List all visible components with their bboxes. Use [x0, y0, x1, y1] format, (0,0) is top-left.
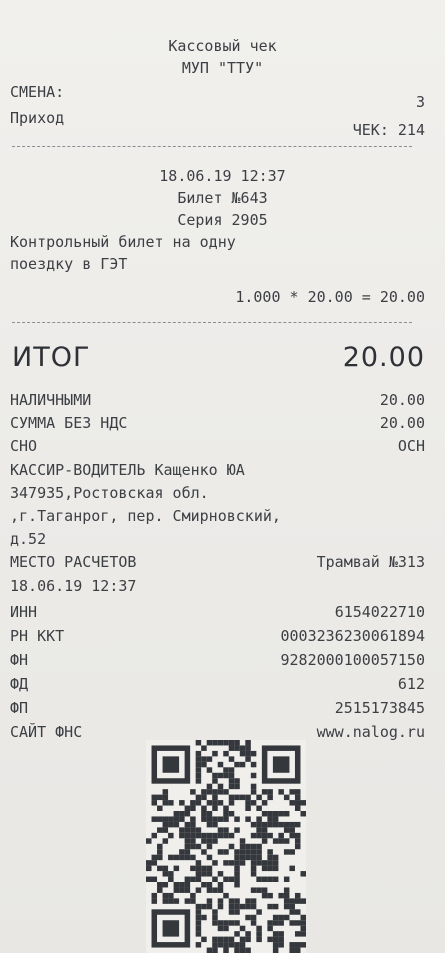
receipt: Кассовый чек МУП "ТТУ" СМЕНА: 3 Приход Ч… — [0, 0, 445, 953]
fn-value: 9282000100057150 — [280, 651, 426, 669]
total-label: ИТОГ — [12, 342, 91, 373]
fd-value: 612 — [397, 675, 425, 693]
cashier-name: КАССИР-ВОДИТЕЛЬ Кащенко ЮА — [10, 461, 245, 479]
fn-label: ФН — [10, 651, 29, 669]
address-line3: д.52 — [10, 530, 47, 548]
kkt-reg-label: РН ККТ — [10, 627, 65, 645]
inn-label: ИНН — [10, 603, 38, 621]
kkt-reg-value: 0003236230061894 — [280, 627, 426, 645]
operation-type: Приход — [10, 109, 65, 127]
tax-system-value: ОСН — [397, 437, 425, 455]
place-label: МЕСТО РАСЧЕТОВ — [10, 553, 137, 571]
fd-label: ФД — [10, 675, 29, 693]
item-description-line2: поездку в ГЭТ — [10, 255, 128, 273]
tax-system-label: СНО — [10, 437, 38, 455]
item-calculation: 1.000 * 20.00 = 20.00 — [235, 288, 425, 306]
place-value: Трамвай №313 — [316, 553, 425, 571]
shift-label: СМЕНА: — [10, 83, 65, 101]
fp-value: 2515173845 — [334, 699, 425, 717]
tax-site-label: САЙТ ФНС — [10, 723, 83, 741]
shift-value: 3 — [415, 93, 425, 111]
inn-value: 6154022710 — [334, 603, 425, 621]
separator — [12, 322, 412, 323]
no-vat-value: 20.00 — [379, 414, 425, 432]
ticket-datetime: 18.06.19 12:37 — [159, 167, 286, 185]
receipt-datetime: 18.06.19 12:37 — [10, 577, 137, 595]
tax-site-value: www.nalog.ru — [316, 723, 425, 741]
address-line1: 347935,Ростовская обл. — [10, 484, 209, 502]
separator — [12, 146, 412, 147]
qr-code — [146, 740, 306, 953]
item-description-line1: Контрольный билет на одну — [10, 233, 236, 251]
receipt-title: Кассовый чек — [168, 37, 277, 55]
fp-label: ФП — [10, 699, 29, 717]
check-number: ЧЕК: 214 — [352, 121, 425, 139]
cash-value: 20.00 — [379, 391, 425, 409]
no-vat-label: СУММА БЕЗ НДС — [10, 414, 128, 432]
address-line2: ,г.Таганрог, пер. Смирновский, — [10, 507, 281, 525]
ticket-number: Билет №643 — [177, 189, 268, 207]
total-value: 20.00 — [342, 342, 425, 373]
organization-name: МУП "ТТУ" — [181, 59, 264, 77]
ticket-series: Серия 2905 — [177, 211, 268, 229]
cash-label: НАЛИЧНЫМИ — [10, 391, 92, 409]
